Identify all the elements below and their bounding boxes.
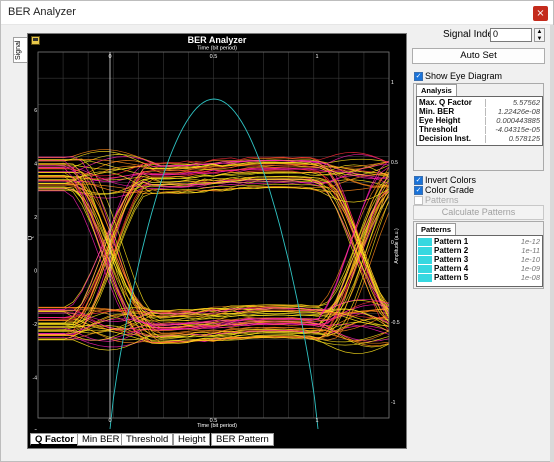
color-grade-label: Color Grade [425, 185, 475, 195]
pattern-key: Pattern 2 [434, 246, 469, 255]
patterns-table: Pattern 1 1e-12 Pattern 2 1e-11 Pattern 3 1… [416, 235, 543, 287]
tab-analysis[interactable]: Analysis [416, 84, 457, 96]
eye-diagram-plot[interactable]: 000.50.5116420-2-4-610.50-0.5-1 BER Anal… [28, 34, 406, 430]
analysis-row: Decision Inst. 0.578125 [417, 134, 542, 143]
pattern-value: 1e-08 [520, 273, 540, 282]
plot-title: BER Analyzer [188, 35, 247, 45]
bottom-tick-label: 1 [315, 418, 318, 424]
right-tick-label: -0.5 [391, 320, 400, 326]
analysis-value: 5.57562 [512, 98, 540, 107]
left-axis-label: Q [28, 235, 34, 240]
right-tick-label: -1 [391, 400, 396, 406]
pattern-value: 1e-10 [520, 255, 540, 264]
tab-ber-pattern[interactable]: BER Pattern [211, 433, 274, 446]
window-title: BER Analyzer [8, 6, 76, 18]
color-grade-checkbox[interactable]: ✓ [414, 186, 423, 195]
ber-analyzer-window: BER Analyzer × Signal 0 0 0.5 0.5 1 1 6 4 2 0 -2 -4… [0, 0, 554, 462]
analysis-value: 0.000443885 [496, 116, 540, 125]
bottom-axis-label: Time (bit period) [197, 423, 237, 429]
right-tick-label: 1 [391, 80, 394, 86]
invert-colors-checkbox[interactable]: ✓ [414, 176, 423, 185]
signal-index-input[interactable]: 0 [490, 28, 532, 42]
cyan-pulse-trace [109, 98, 319, 430]
analysis-row: Max. Q Factor 5.57562 [417, 98, 542, 107]
analysis-key: Decision Inst. [419, 134, 472, 143]
pattern-swatch [418, 256, 432, 264]
pattern-value: 1e-11 [521, 246, 540, 255]
spin-down-icon[interactable]: ▼ [535, 36, 544, 42]
tab-patterns[interactable]: Patterns [416, 223, 457, 235]
pattern-swatch [418, 274, 432, 282]
auto-set-button[interactable]: Auto Set [412, 48, 545, 64]
bottom-tick-label: 0 [108, 418, 111, 424]
analysis-key: Max. Q Factor [419, 98, 472, 107]
patterns-group: Patterns Pattern 1 1e-12 Pattern 2 1e-11 P… [413, 221, 544, 289]
analysis-table: Max. Q Factor 5.57562 Min. BER 1.22426e-08… [416, 96, 543, 146]
pattern-row: Pattern 5 1e-08 [417, 273, 542, 282]
tab-min-ber[interactable]: Min BER [77, 433, 125, 446]
right-tick-label: 0.5 [391, 160, 398, 166]
show-eye-checkbox[interactable]: ✓ [414, 72, 423, 81]
tab-q-factor[interactable]: Q Factor [30, 433, 80, 446]
pattern-swatch [418, 238, 432, 246]
analysis-value: 0.578125 [508, 134, 540, 143]
analysis-row: Min. BER 1.22426e-08 [417, 107, 542, 116]
right-axis-label: Amplitude (a.u.) [394, 228, 400, 264]
pattern-row: Pattern 4 1e-09 [417, 264, 542, 273]
calculate-patterns-button[interactable]: Calculate Patterns [413, 205, 544, 220]
tab-signal[interactable]: Signal [13, 37, 27, 63]
analysis-key: Eye Height [419, 116, 461, 125]
pattern-key: Pattern 3 [434, 255, 469, 264]
pattern-value: 1e-09 [520, 264, 540, 273]
analysis-row: Threshold -4.04315e-05 [417, 125, 542, 134]
analysis-key: Threshold [419, 125, 458, 134]
tab-height[interactable]: Height [173, 433, 211, 446]
analysis-value: 1.22426e-08 [497, 107, 540, 116]
pattern-row: Pattern 2 1e-11 [417, 246, 542, 255]
analysis-key: Min. BER [419, 107, 455, 116]
window-edge [550, 25, 554, 462]
patterns-option-label: Patterns [425, 195, 459, 205]
pattern-swatch [418, 247, 432, 255]
left-tick-label: 6 [34, 108, 37, 114]
pattern-key: Pattern 5 [434, 273, 469, 282]
tab-signal-label: Signal [15, 40, 22, 60]
pattern-swatch [418, 265, 432, 273]
left-tick-label: -2 [33, 322, 38, 328]
analysis-value: -4.04315e-05 [495, 125, 540, 134]
left-tick-label: -4 [33, 376, 38, 382]
analysis-row: Eye Height 0.000443885 [417, 116, 542, 125]
pattern-row: Pattern 3 1e-10 [417, 255, 542, 264]
pattern-row: Pattern 1 1e-12 [417, 237, 542, 246]
title-bar[interactable]: BER Analyzer × [1, 1, 553, 25]
close-button[interactable]: × [533, 6, 548, 21]
left-tick-label: 0 [34, 269, 37, 275]
top-tick-label: 1 [315, 54, 318, 60]
pattern-key: Pattern 1 [434, 237, 469, 246]
top-tick-label: 0.5 [210, 54, 218, 60]
tab-threshold[interactable]: Threshold [121, 433, 174, 446]
analysis-group: Analysis Max. Q Factor 5.57562 Min. BER 1.… [413, 83, 544, 171]
pattern-key: Pattern 4 [434, 264, 469, 273]
left-tick-label: 4 [34, 162, 37, 168]
signal-index-spinner[interactable]: ▲ ▼ [534, 28, 545, 42]
eye-diagram-panel: 000.50.5116420-2-4-610.50-0.5-1 BER Anal… [27, 33, 407, 449]
save-icon[interactable] [31, 36, 40, 45]
spin-up-icon[interactable]: ▲ [535, 29, 544, 35]
pattern-value: 1e-12 [520, 237, 540, 246]
plot-tab-strip: Q Factor Min BER Threshold Height BER Pa… [28, 430, 406, 448]
top-axis-label: Time (bit period) [197, 46, 237, 52]
left-tick-label: 2 [34, 215, 37, 221]
invert-colors-label: Invert Colors [425, 175, 477, 185]
show-eye-label: Show Eye Diagram [425, 71, 503, 81]
patterns-checkbox[interactable] [414, 196, 423, 205]
